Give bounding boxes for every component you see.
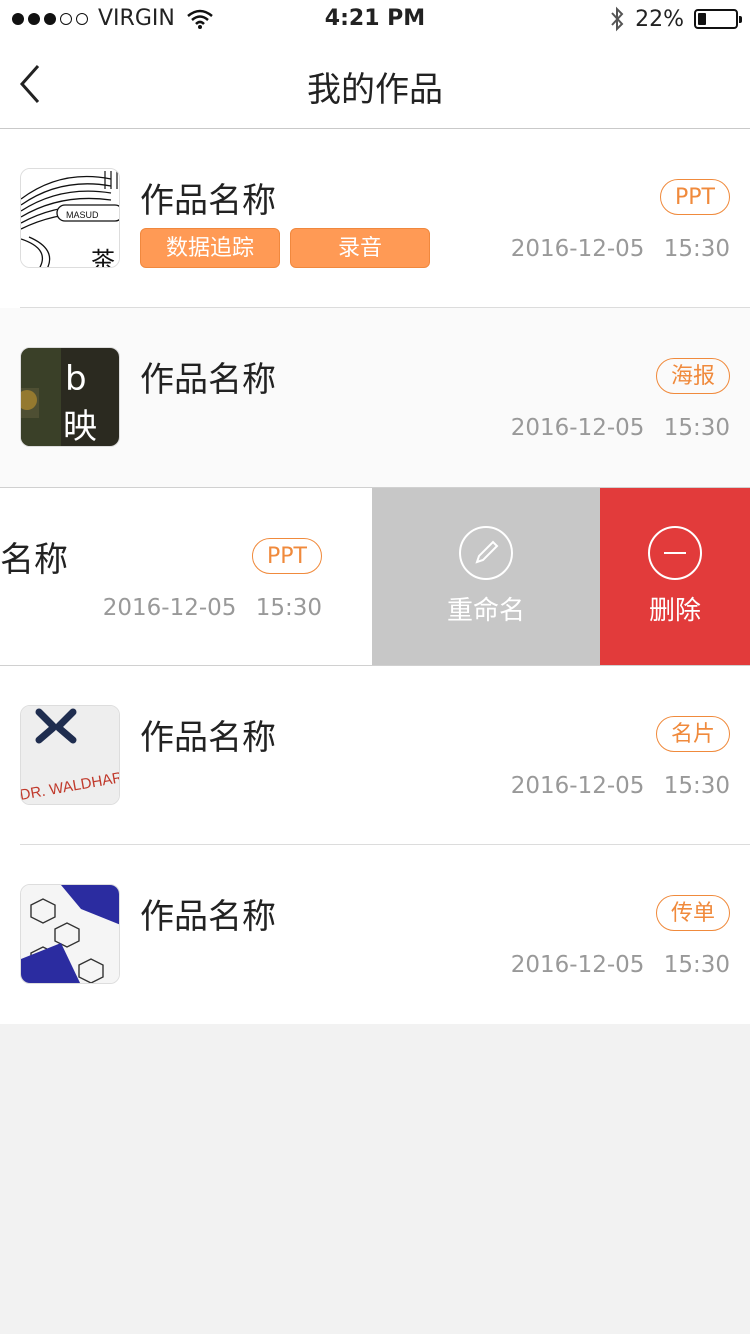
list-item-swiped[interactable]: 名称 PPT 2016-12-05 15:30 重命名 删除: [0, 487, 750, 666]
data-tracking-badge[interactable]: 数据追踪: [140, 228, 280, 268]
work-thumbnail: DR. WALDHAR: [20, 705, 120, 805]
work-name: 作品名称: [140, 718, 276, 758]
battery-fill: [698, 13, 706, 25]
navigation-bar: 我的作品: [0, 40, 750, 129]
status-bar: VIRGIN 4:21 PM 22%: [0, 0, 750, 40]
work-date: 2016-12-05 15:30: [510, 415, 730, 441]
swiped-item-content: 名称 PPT 2016-12-05 15:30: [0, 488, 372, 665]
works-list: MASUD 茶 作品名称 数据追踪 录音 PPT 2016-12-05 15:3…: [0, 129, 750, 1024]
work-name: 作品名称: [140, 897, 276, 937]
type-tag: PPT: [252, 538, 322, 574]
svg-text:b: b: [65, 359, 87, 399]
rename-button[interactable]: 重命名: [372, 488, 600, 665]
minus-circle-icon: [648, 526, 702, 580]
battery-icon: [694, 9, 742, 29]
work-date: 2016-12-05 15:30: [102, 595, 322, 621]
bluetooth-icon: [611, 6, 624, 32]
list-item[interactable]: MASUD 茶 作品名称 数据追踪 录音 PPT 2016-12-05 15:3…: [0, 129, 750, 308]
work-thumbnail: MASUD 茶: [20, 168, 120, 268]
svg-text:映: 映: [63, 407, 97, 447]
badge-group: 数据追踪 录音: [140, 228, 430, 268]
svg-text:茶: 茶: [91, 247, 115, 268]
work-name: 作品名称: [140, 181, 276, 221]
delete-button[interactable]: 删除: [600, 488, 750, 665]
delete-label: 删除: [648, 596, 701, 626]
list-item[interactable]: 作品名称 传单 2016-12-05 15:30: [0, 845, 750, 1024]
work-date: 2016-12-05 15:30: [510, 952, 730, 978]
work-date: 2016-12-05 15:30: [510, 773, 730, 799]
work-thumbnail: [20, 884, 120, 984]
type-tag: 海报: [655, 358, 730, 394]
type-tag: 名片: [655, 716, 730, 752]
recording-badge[interactable]: 录音: [290, 228, 430, 268]
type-tag: 传单: [655, 895, 730, 931]
work-name: 名称: [0, 540, 68, 580]
work-date: 2016-12-05 15:30: [510, 236, 730, 262]
type-tag: PPT: [660, 179, 730, 215]
work-name: 作品名称: [140, 360, 276, 400]
work-thumbnail: b 映: [20, 347, 120, 447]
edit-pencil-icon: [459, 526, 513, 580]
svg-text:MASUD: MASUD: [66, 210, 99, 220]
rename-label: 重命名: [446, 596, 525, 626]
battery-percent: 22%: [635, 6, 684, 32]
list-item[interactable]: b 映 作品名称 海报 2016-12-05 15:30: [0, 308, 750, 487]
list-item[interactable]: DR. WALDHAR 作品名称 名片 2016-12-05 15:30: [0, 666, 750, 845]
page-title: 我的作品: [307, 70, 443, 110]
